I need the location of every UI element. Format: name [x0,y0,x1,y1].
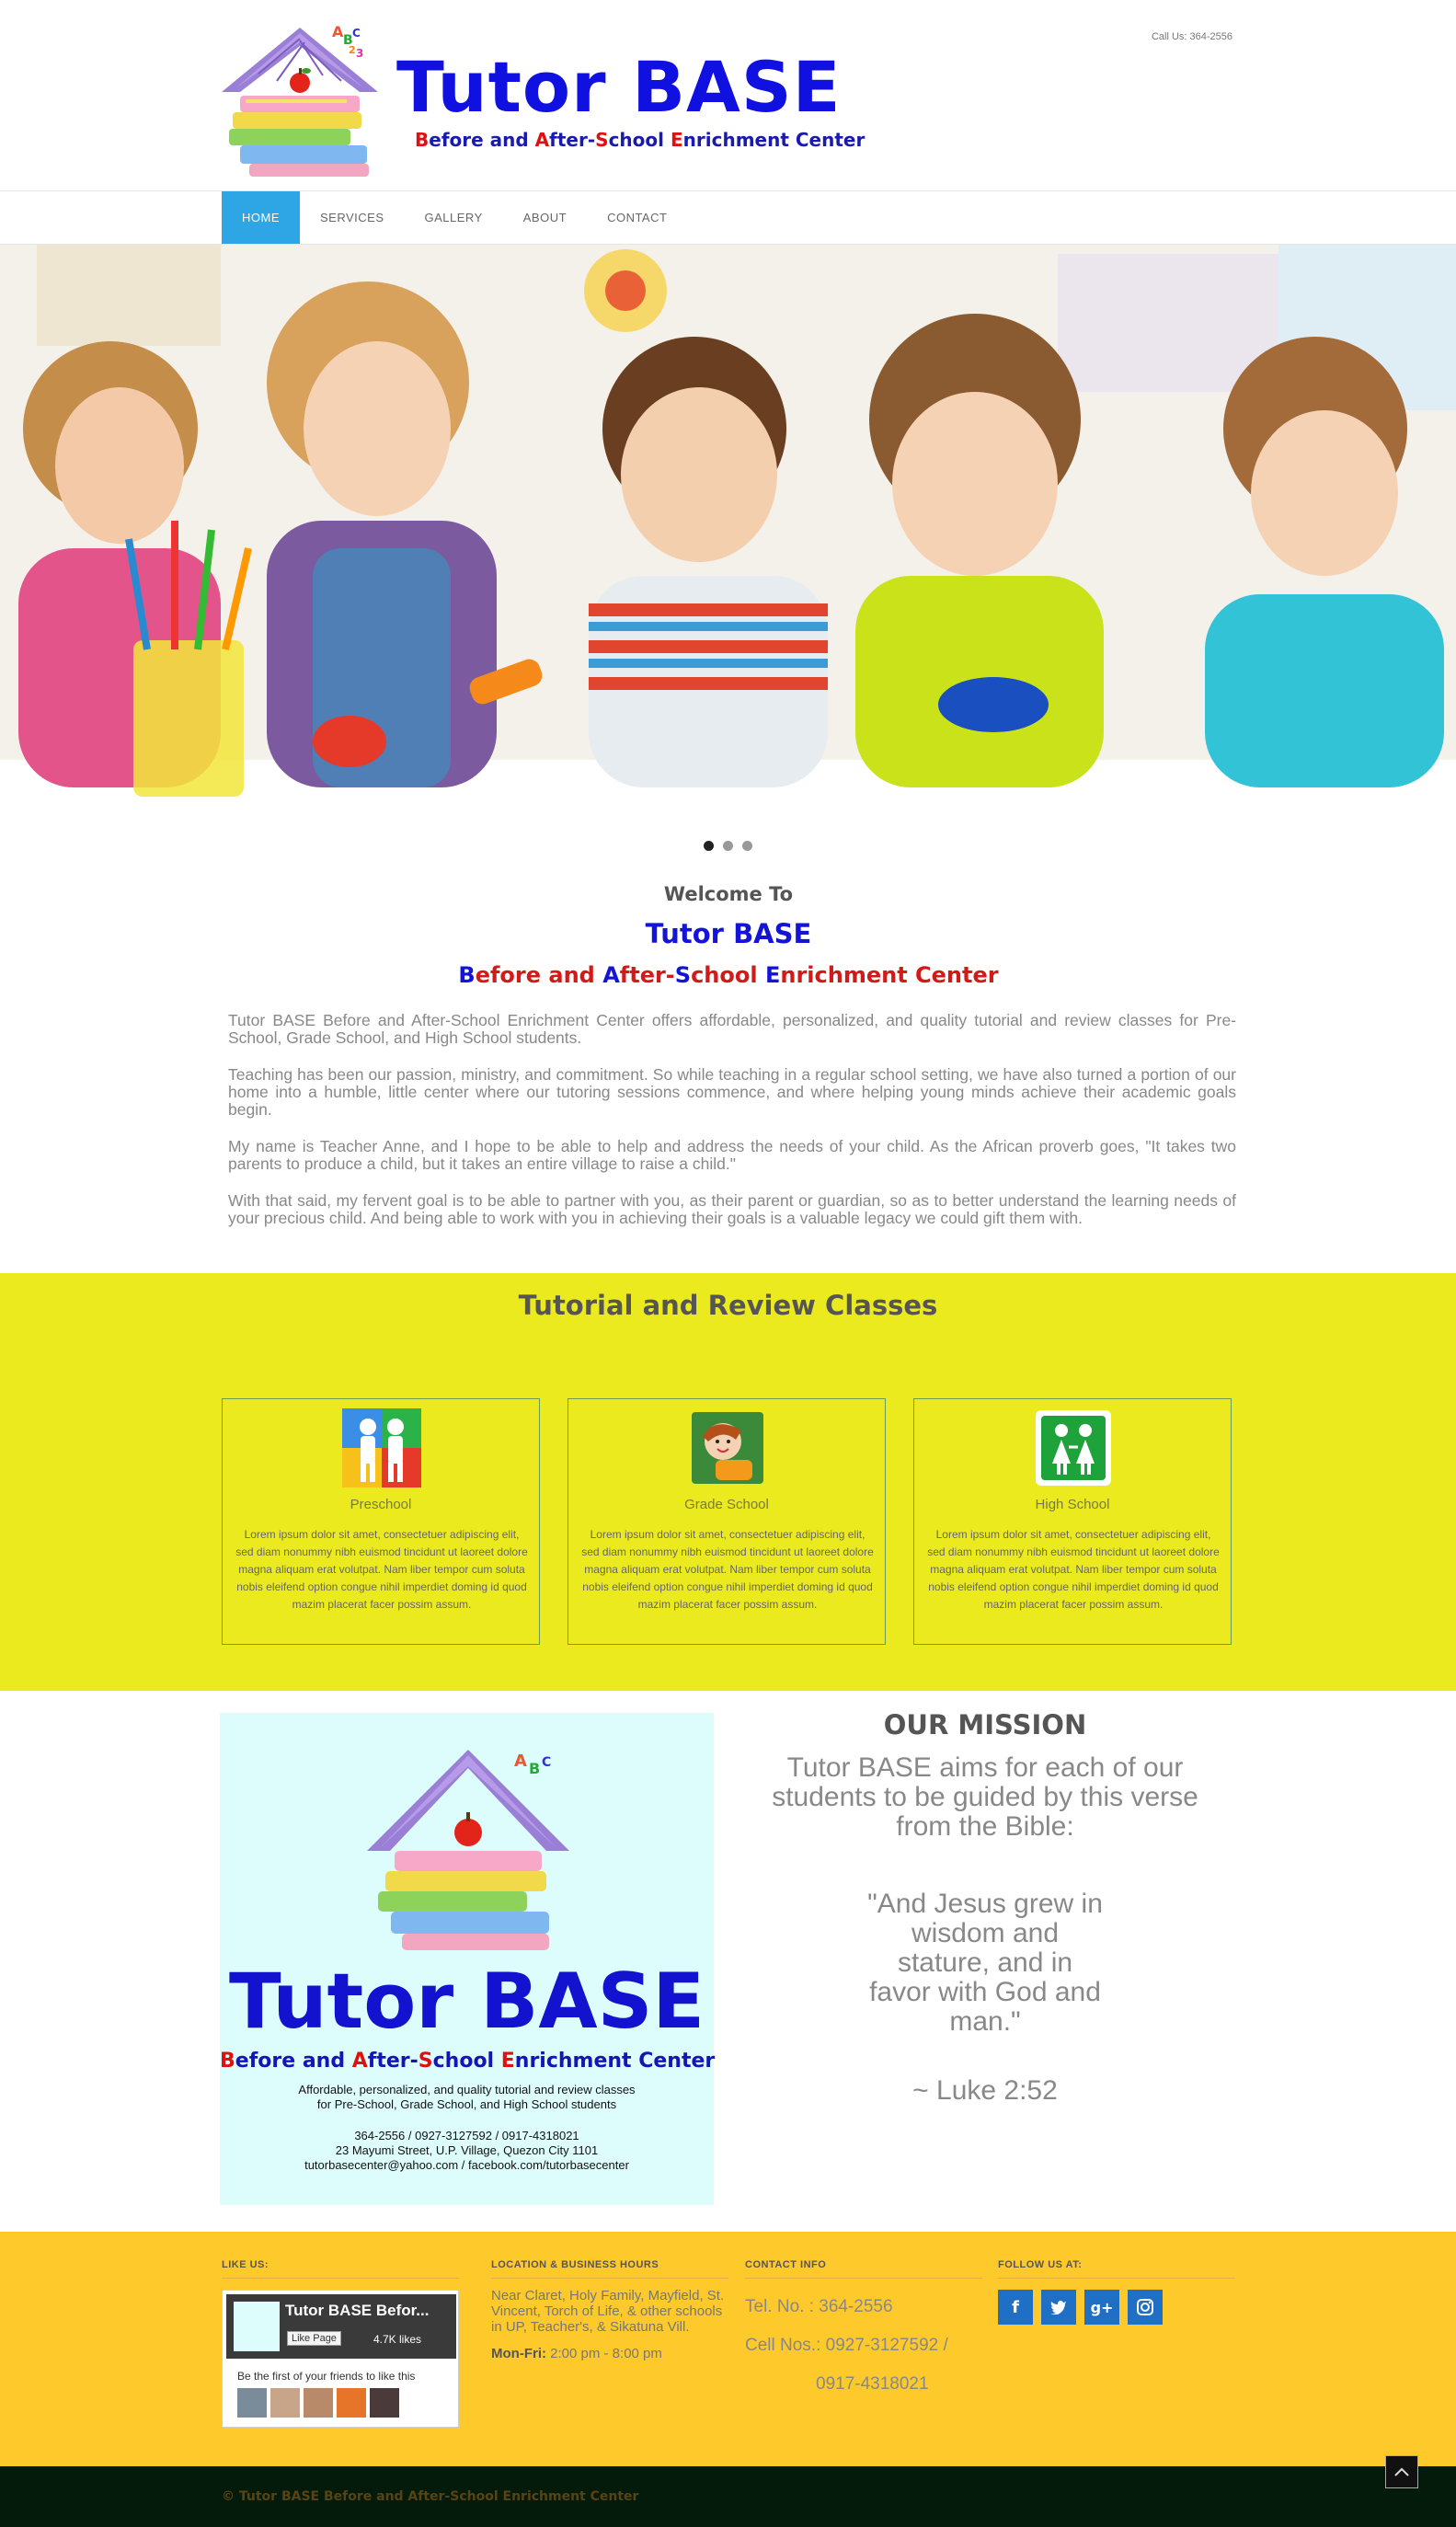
bottom-bar: © Tutor BASE Before and After-School Enr… [0,2466,1456,2527]
mission-flyer-image: A B C Tutor BASE Before and After-School… [220,1713,716,2205]
nav-home[interactable]: HOME [222,191,300,244]
mission-verse: "And Jesus grew in wisdom and stature, a… [867,1889,1103,2037]
nav-about[interactable]: ABOUT [503,191,587,244]
grade-school-kid-icon [692,1412,763,1484]
contact-lines: Tel. No. : 364-2556 Cell Nos.: 0927-3127… [745,2288,982,2404]
class-card-preschool[interactable]: Preschool Lorem ipsum dolor sit amet, co… [222,1398,540,1645]
flyer-subtitle: Before and After-School Enrichment Cente… [220,2050,716,2073]
business-hours: Mon-Fri: 2:00 pm - 8:00 pm [491,2346,662,2361]
footer-heading: FOLLOW US AT: [998,2259,1235,2279]
site-logo[interactable]: A B C 3 2 Tutor BASE Before and After-Sc… [222,20,865,181]
nav-services[interactable]: SERVICES [300,191,405,244]
facebook-cover: Tutor BASE Befor... Like Page 4.7K likes [226,2294,456,2359]
facebook-friend-avatar[interactable] [370,2388,399,2418]
flyer-line: tutorbasecenter@yahoo.com / facebook.com… [304,2158,629,2172]
logo-house-icon: A B C 3 2 [222,23,378,177]
cell-numbers: Cell Nos.: 0927-3127592 / [745,2336,948,2355]
welcome-pre-heading: Welcome To [663,883,794,905]
facebook-page-avatar [234,2302,280,2351]
flyer-logo-house-icon: A B C [367,1750,569,1950]
nav-contact[interactable]: CONTACT [587,191,687,244]
footer-location: LOCATION & BUSINESS HOURS Near Claret, H… [491,2259,728,2361]
flyer-line: 364-2556 / 0927-3127592 / 0917-4318021 [354,2129,579,2142]
welcome-paragraph-2: Teaching has been our passion, ministry,… [228,1065,1236,1119]
slider-dot-3[interactable] [742,841,752,851]
facebook-friends-text: Be the first of your friends to like thi… [237,2370,416,2383]
slider-dot-1[interactable] [704,841,714,851]
flyer-line: for Pre-School, Grade School, and High S… [316,2097,617,2111]
facebook-friend-avatar[interactable] [237,2388,267,2418]
location-text: Near Claret, Holy Family, Mayfield, St. … [491,2288,725,2335]
mission-verse-reference: ~ Luke 2:52 [912,2075,1058,2106]
mission-section: OUR MISSION Tutor BASE aims for each of … [732,1709,1238,2107]
welcome-section: Welcome To Tutor BASE Before and After-S… [222,883,1235,988]
footer-heading: LIKE US: [222,2259,459,2279]
footer-heading: LOCATION & BUSINESS HOURS [491,2259,728,2279]
preschool-kids-icon [342,1408,421,1487]
telephone-number: Tel. No. : 364-2556 [745,2297,893,2316]
welcome-paragraph-4: With that said, my fervent goal is to be… [228,1191,1236,1227]
class-card-title: High School [1035,1497,1110,1512]
facebook-friend-avatar[interactable] [270,2388,300,2418]
facebook-friend-avatar[interactable] [337,2388,366,2418]
google-plus-icon[interactable]: g+ [1084,2290,1119,2325]
facebook-like-count: 4.7K likes [373,2333,422,2346]
welcome-subtitle: Before and After-School Enrichment Cente… [458,962,999,988]
slider-dots [0,841,1456,851]
mission-title: OUR MISSION [883,1709,1087,1740]
svg-text:B: B [529,1760,540,1777]
twitter-icon[interactable] [1041,2290,1076,2325]
class-card-title: Preschool [350,1497,412,1512]
logo-title: Tutor BASE [396,46,842,128]
nav-gallery[interactable]: GALLERY [405,191,503,244]
mission-intro: Tutor BASE aims for each of our students… [772,1752,1198,1842]
welcome-paragraph-3: My name is Teacher Anne, and I hope to b… [228,1137,1236,1173]
instagram-icon[interactable] [1128,2290,1163,2325]
svg-text:A: A [514,1752,527,1771]
page: A B C 3 2 Tutor BASE Before and After-Sc… [0,0,1456,2527]
classes-section: Tutorial and Review Classes Preschool Lo… [0,1273,1456,1691]
svg-text:C: C [352,27,361,40]
facebook-page-widget[interactable]: Tutor BASE Befor... Like Page 4.7K likes… [222,2290,459,2428]
welcome-title: Tutor BASE [645,918,812,949]
welcome-paragraph-1: Tutor BASE Before and After-School Enric… [228,1011,1236,1047]
social-links: f g+ [998,2290,1235,2325]
back-to-top-button[interactable] [1385,2455,1418,2488]
main-nav: HOME SERVICES GALLERY ABOUT CONTACT [0,190,1456,245]
footer-follow: FOLLOW US AT: f g+ [998,2259,1235,2325]
chevron-up-icon [1394,2467,1409,2476]
classes-title: Tutorial and Review Classes [518,1290,938,1321]
class-card-high-school[interactable]: High School Lorem ipsum dolor sit amet, … [913,1398,1232,1645]
svg-text:3: 3 [356,47,363,60]
flyer-title: Tutor BASE [228,1957,705,2046]
class-card-grade-school[interactable]: Grade School Lorem ipsum dolor sit amet,… [567,1398,886,1645]
class-card-text: Lorem ipsum dolor sit amet, consectetuer… [927,1528,1220,1611]
cell-numbers-2: 0917-4318021 [816,2374,929,2394]
footer-heading: CONTACT INFO [745,2259,982,2279]
facebook-like-button[interactable]: Like Page [287,2331,341,2346]
flyer-line: Affordable, personalized, and quality tu… [298,2083,636,2096]
class-card-text: Lorem ipsum dolor sit amet, consectetuer… [581,1528,874,1611]
class-card-title: Grade School [684,1497,769,1512]
facebook-friend-avatar[interactable] [304,2388,333,2418]
svg-text:2: 2 [349,44,356,56]
copyright-text: © Tutor BASE Before and After-School Enr… [222,2489,639,2504]
flyer-line: 23 Mayumi Street, U.P. Village, Quezon C… [335,2143,599,2157]
svg-text:C: C [542,1755,551,1770]
welcome-paragraphs: Tutor BASE Before and After-School Enric… [228,1012,1236,1246]
high-school-students-icon [1036,1410,1111,1486]
facebook-page-name[interactable]: Tutor BASE Befor... [285,2302,429,2320]
footer-like-us: LIKE US: Tutor BASE Befor... Like Page 4… [222,2259,459,2428]
hero-slider-image [0,245,1456,827]
facebook-icon[interactable]: f [998,2290,1033,2325]
logo-subtitle: Before and After-School Enrichment Cente… [415,129,866,151]
footer-contact: CONTACT INFO Tel. No. : 364-2556 Cell No… [745,2259,982,2404]
call-us-text: Call Us: 364-2556 [1151,31,1232,42]
site-footer: LIKE US: Tutor BASE Befor... Like Page 4… [0,2232,1456,2466]
slider-dot-2[interactable] [723,841,733,851]
class-card-text: Lorem ipsum dolor sit amet, consectetuer… [235,1528,528,1611]
site-header: A B C 3 2 Tutor BASE Before and After-Sc… [0,0,1456,190]
